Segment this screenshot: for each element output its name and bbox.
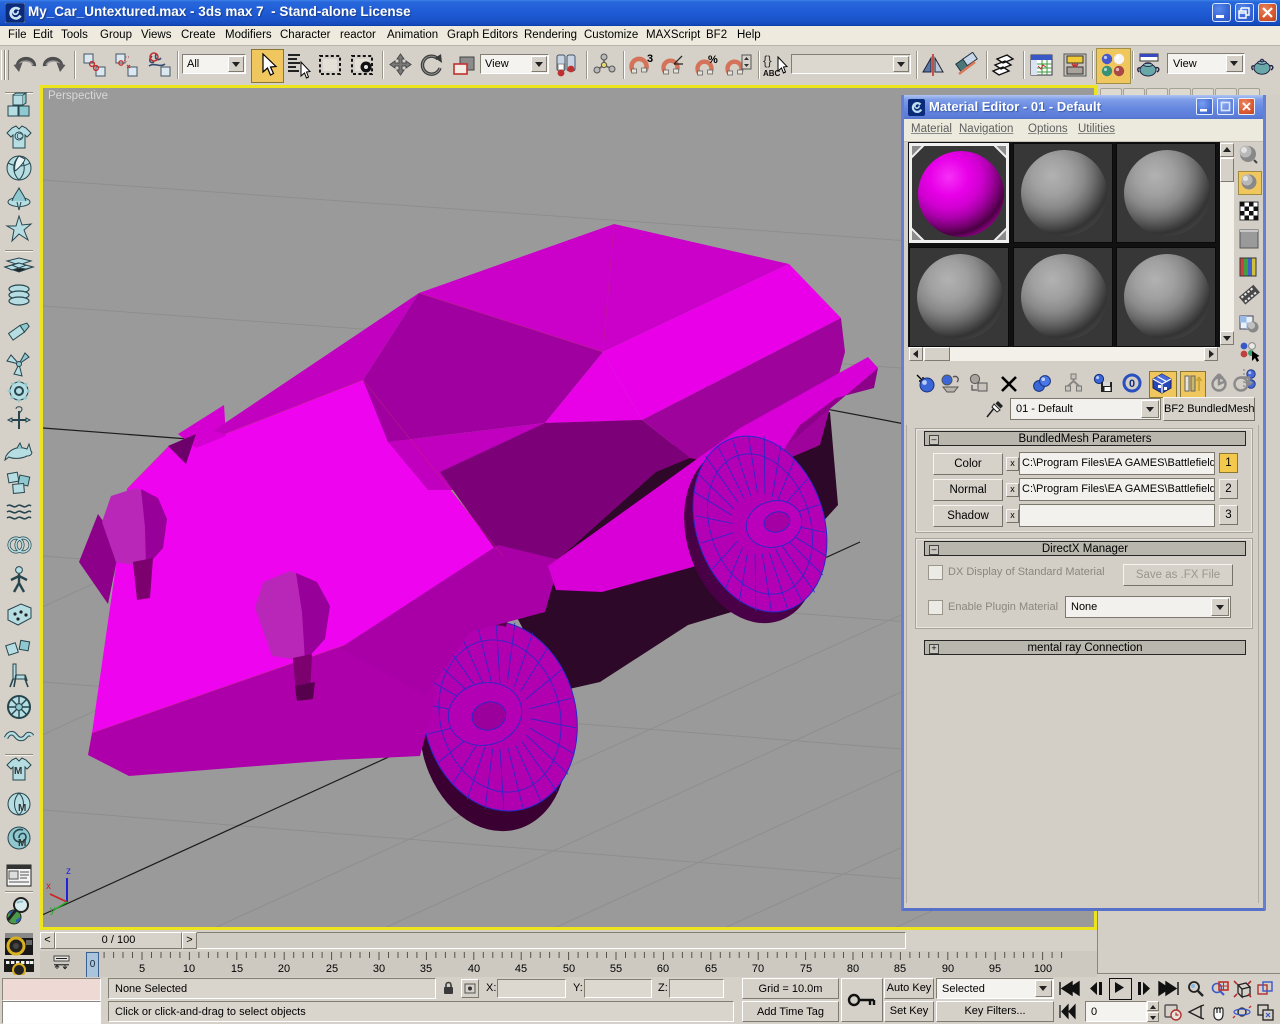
svg-text:C: C bbox=[17, 132, 23, 141]
svg-text:3: 3 bbox=[647, 53, 653, 65]
svg-text:15: 15 bbox=[231, 963, 243, 975]
svg-text:M: M bbox=[14, 766, 22, 777]
svg-text:50: 50 bbox=[563, 963, 575, 975]
svg-text:40: 40 bbox=[468, 963, 480, 975]
svg-text:{}: {} bbox=[763, 53, 772, 68]
svg-text:25: 25 bbox=[326, 963, 338, 975]
svg-text:10: 10 bbox=[183, 963, 195, 975]
svg-text:35: 35 bbox=[420, 963, 432, 975]
svg-text:85: 85 bbox=[894, 963, 906, 975]
svg-text:65: 65 bbox=[705, 963, 717, 975]
svg-text:0: 0 bbox=[1129, 378, 1135, 390]
svg-text:z: z bbox=[66, 866, 71, 877]
svg-text:5: 5 bbox=[139, 963, 145, 975]
svg-text:70: 70 bbox=[752, 963, 764, 975]
svg-text:45: 45 bbox=[515, 963, 527, 975]
svg-text:x: x bbox=[46, 881, 51, 892]
svg-text:M: M bbox=[18, 838, 26, 849]
svg-text:M: M bbox=[18, 803, 26, 814]
svg-text:20: 20 bbox=[278, 963, 290, 975]
svg-text:90: 90 bbox=[942, 963, 954, 975]
svg-text:75: 75 bbox=[800, 963, 812, 975]
svg-text:95: 95 bbox=[989, 963, 1001, 975]
svg-text:80: 80 bbox=[847, 963, 859, 975]
svg-text:%: % bbox=[708, 54, 718, 66]
svg-text:60: 60 bbox=[657, 963, 669, 975]
svg-text:30: 30 bbox=[373, 963, 385, 975]
svg-text:55: 55 bbox=[610, 963, 622, 975]
svg-text:y: y bbox=[50, 905, 55, 916]
svg-text:100: 100 bbox=[1034, 963, 1052, 975]
